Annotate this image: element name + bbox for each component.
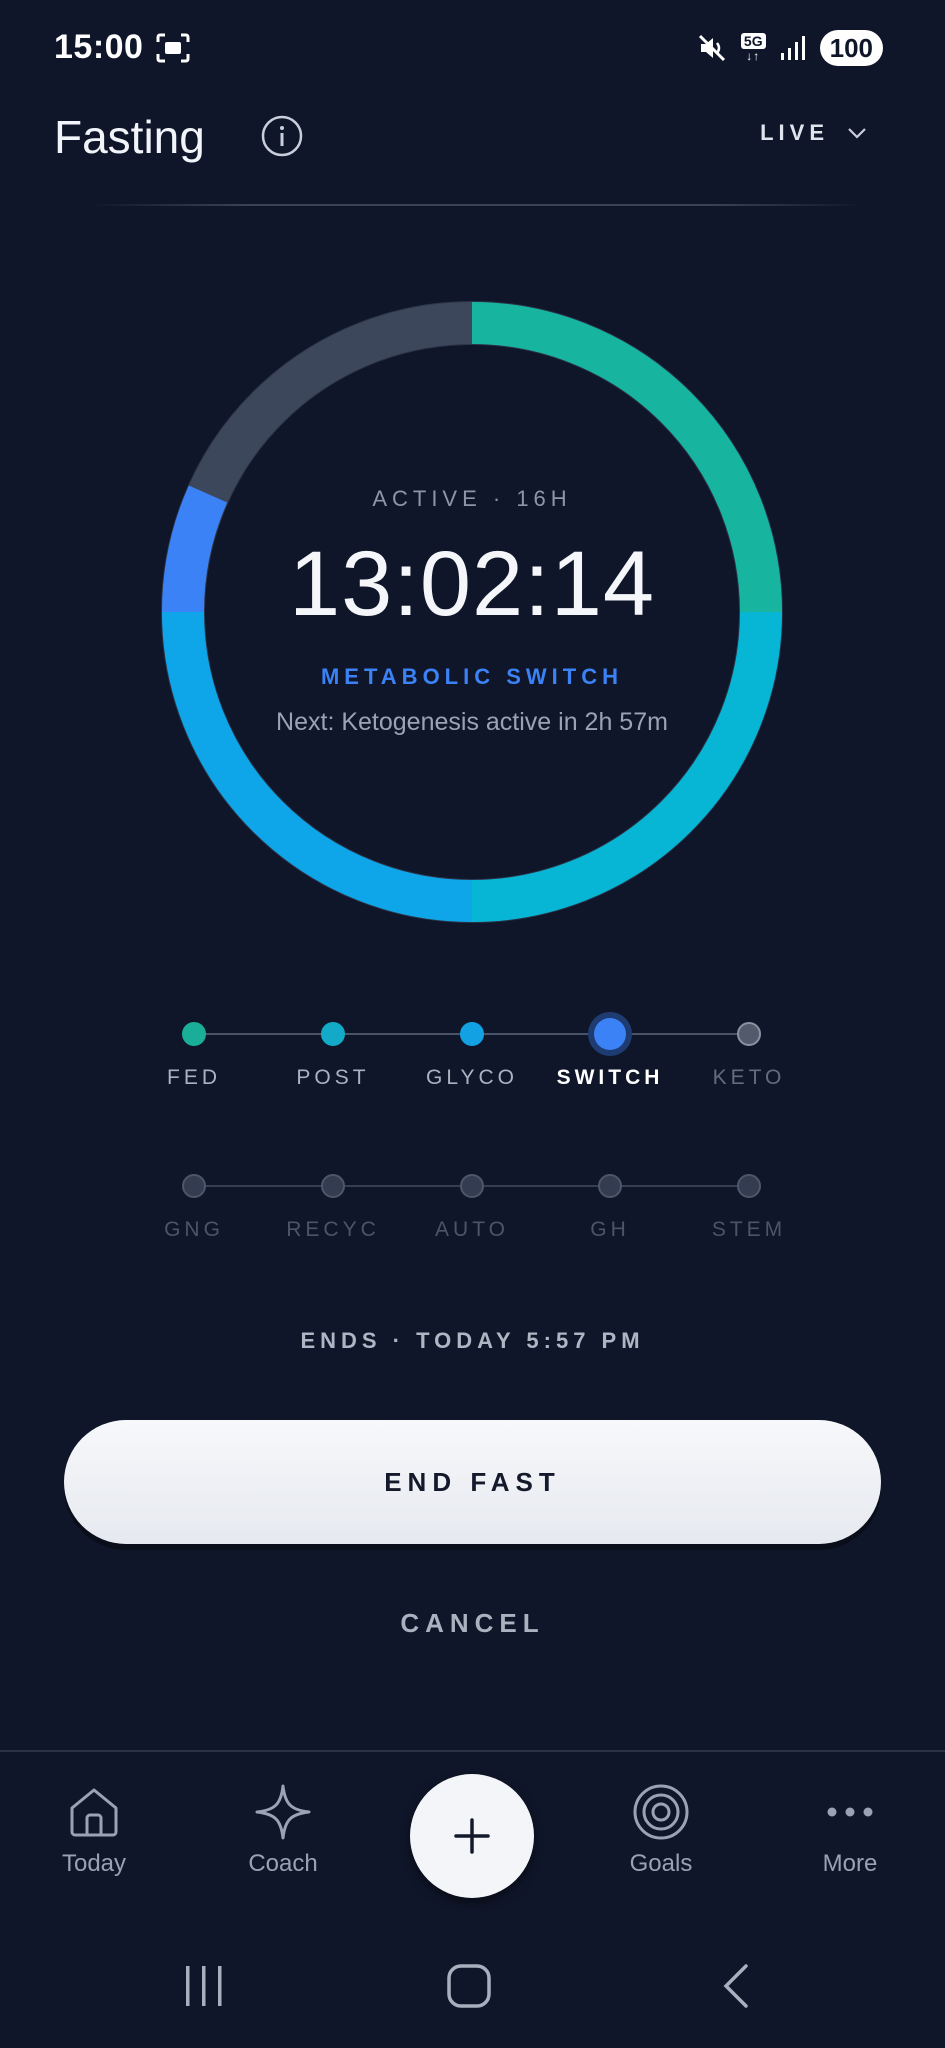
nav-item-today[interactable]: Today [19, 1782, 169, 1878]
stage-dot-current [594, 1018, 626, 1050]
back-icon[interactable] [716, 1960, 756, 2012]
stage-post[interactable]: POST [263, 1000, 403, 1090]
stage-fed[interactable]: FED [124, 1000, 264, 1090]
stage-keto[interactable]: KETO [679, 1000, 819, 1090]
stage-dot [460, 1174, 484, 1198]
nav-label: More [822, 1850, 878, 1877]
stage-dot [460, 1022, 484, 1046]
stage-glyco[interactable]: GLYCO [402, 1000, 542, 1090]
stage-dot [737, 1174, 761, 1198]
system-nav-bar [0, 1930, 945, 2048]
stage-label: GNG [164, 1218, 224, 1241]
stage-label: STEM [711, 1218, 787, 1241]
stage-label: GLYCO [426, 1066, 518, 1089]
stage-recyc[interactable]: RECYC [263, 1152, 403, 1242]
stage-label: SWITCH [556, 1066, 664, 1089]
network-type: 5G [740, 33, 766, 49]
signal-icon [780, 36, 805, 60]
header: Fasting LIVE [0, 100, 945, 210]
status-time: 15:00 [54, 28, 144, 66]
status-icons: 5G ↓↑ 100 [697, 28, 883, 68]
cancel-button[interactable]: CANCEL [0, 1608, 945, 1639]
plus-icon [454, 1818, 490, 1854]
stage-dot [321, 1022, 345, 1046]
live-mode-dropdown[interactable]: LIVE [760, 120, 867, 146]
header-divider [90, 204, 865, 206]
home-button-icon[interactable] [444, 1960, 494, 2012]
network-indicator: 5G ↓↑ [740, 33, 766, 63]
mute-icon [698, 34, 725, 62]
add-button[interactable] [410, 1774, 534, 1898]
stage-label: AUTO [435, 1218, 509, 1241]
stage-gh[interactable]: GH [540, 1152, 680, 1242]
current-phase: METABOLIC SWITCH [320, 664, 623, 689]
nav-label: Today [61, 1850, 127, 1877]
ring-center: ACTIVE · 16H 13:02:14 METABOLIC SWITCH N… [160, 300, 784, 924]
elapsed-timer: 13:02:14 [288, 533, 656, 635]
end-fast-label: END FAST [384, 1466, 561, 1497]
screenshot-icon [156, 33, 190, 63]
live-mode-label: LIVE [760, 120, 829, 145]
nav-item-coach[interactable]: Coach [208, 1782, 358, 1878]
more-icon [827, 1807, 873, 1817]
target-icon [633, 1784, 689, 1840]
battery-indicator: 100 [819, 30, 883, 66]
sparkle-icon [255, 1784, 311, 1840]
fast-end-time: ENDS · TODAY 5:57 PM [300, 1328, 645, 1353]
nav-label: Goals [629, 1850, 693, 1877]
stage-timeline-secondary: GNG RECYC AUTO GH STEM [150, 1152, 790, 1241]
stage-label: POST [296, 1066, 370, 1089]
stage-stem[interactable]: STEM [679, 1152, 819, 1242]
nav-item-goals[interactable]: Goals [586, 1782, 736, 1878]
status-bar: 15:00 5G ↓↑ 100 [0, 0, 945, 100]
nav-label: Coach [248, 1850, 318, 1877]
stage-label: KETO [712, 1066, 786, 1089]
fast-status: ACTIVE · 16H [372, 486, 572, 511]
stage-gng[interactable]: GNG [124, 1152, 264, 1242]
fasting-progress-ring: ACTIVE · 16H 13:02:14 METABOLIC SWITCH N… [160, 300, 784, 924]
next-phase-text: Next: Ketogenesis active in 2h 57m [276, 708, 668, 736]
chevron-down-icon [848, 128, 866, 139]
stage-switch[interactable]: SWITCH [540, 1000, 680, 1090]
stage-timeline-primary: FED POST GLYCO SWITCH KETO [150, 1000, 790, 1089]
stage-dot [182, 1022, 206, 1046]
stage-auto[interactable]: AUTO [402, 1152, 542, 1242]
stage-label: GH [590, 1218, 630, 1241]
page-title: Fasting [54, 111, 205, 163]
nav-item-more[interactable]: More [775, 1782, 925, 1878]
bottom-nav: Today Coach Goals More [0, 1752, 945, 1932]
stage-dot [182, 1174, 206, 1198]
stage-dot [737, 1022, 761, 1046]
end-fast-button[interactable]: END FAST [64, 1420, 881, 1544]
stage-label: FED [167, 1066, 221, 1089]
stage-dot [598, 1174, 622, 1198]
info-icon[interactable] [260, 114, 304, 158]
home-icon [70, 1788, 118, 1837]
stage-label: RECYC [286, 1218, 380, 1241]
recent-apps-icon[interactable] [180, 1960, 228, 2012]
stage-dot [321, 1174, 345, 1198]
